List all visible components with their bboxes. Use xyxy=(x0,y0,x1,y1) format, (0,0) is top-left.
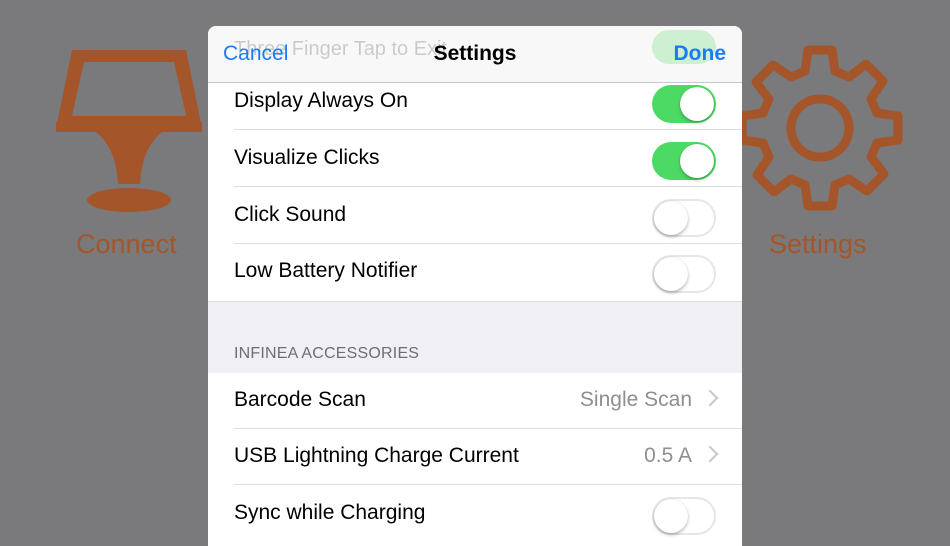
row-usb-charge-current[interactable]: USB Lightning Charge Current 0.5 A xyxy=(208,429,742,485)
usb-charge-current-value: 0.5 A xyxy=(644,444,692,467)
section-header-infinea: INFINEA ACCESSORIES xyxy=(234,345,420,362)
navigation-bar: Three Finger Tap to Exit Cancel Settings… xyxy=(208,26,742,83)
row-barcode-scan[interactable]: Barcode Scan Single Scan xyxy=(208,373,742,429)
sync-while-charging-toggle[interactable] xyxy=(652,497,716,535)
row-label: Click Sound xyxy=(234,203,347,226)
row-label: Visualize Clicks xyxy=(234,146,380,169)
settings-label: Settings xyxy=(769,229,867,259)
separator xyxy=(234,129,742,130)
row-label: Low Battery Notifier xyxy=(234,259,418,282)
visualize-clicks-toggle[interactable] xyxy=(652,142,716,180)
podium-icon xyxy=(56,50,202,212)
toggle-knob xyxy=(654,257,688,291)
click-sound-toggle[interactable] xyxy=(652,199,716,237)
row-label: USB Lightning Charge Current xyxy=(234,444,519,467)
separator xyxy=(234,484,742,485)
chevron-right-icon xyxy=(701,445,719,463)
separator xyxy=(234,186,742,187)
section-gap: INFINEA ACCESSORIES xyxy=(208,301,742,374)
display-always-on-toggle[interactable] xyxy=(652,85,716,123)
toggle-knob xyxy=(654,499,688,533)
row-low-battery-notifier: Low Battery Notifier xyxy=(208,244,742,300)
low-battery-notifier-toggle[interactable] xyxy=(652,255,716,293)
settings-sheet: Three Finger Tap to Exit Cancel Settings… xyxy=(208,26,742,546)
row-label: Display Always On xyxy=(234,89,408,112)
connect-label: Connect xyxy=(76,229,177,259)
row-click-sound: Click Sound xyxy=(208,188,742,244)
row-label: Barcode Scan xyxy=(234,388,366,411)
row-visualize-clicks: Visualize Clicks xyxy=(208,131,742,187)
chevron-right-icon xyxy=(701,389,719,407)
toggle-knob xyxy=(680,144,714,178)
gear-icon xyxy=(740,45,903,211)
barcode-scan-value: Single Scan xyxy=(579,388,692,411)
toggle-knob xyxy=(654,201,688,235)
page-title: Settings xyxy=(433,42,517,65)
row-label: Sync while Charging xyxy=(234,501,426,524)
toggle-knob xyxy=(680,87,714,121)
done-button[interactable]: Done xyxy=(674,42,727,66)
